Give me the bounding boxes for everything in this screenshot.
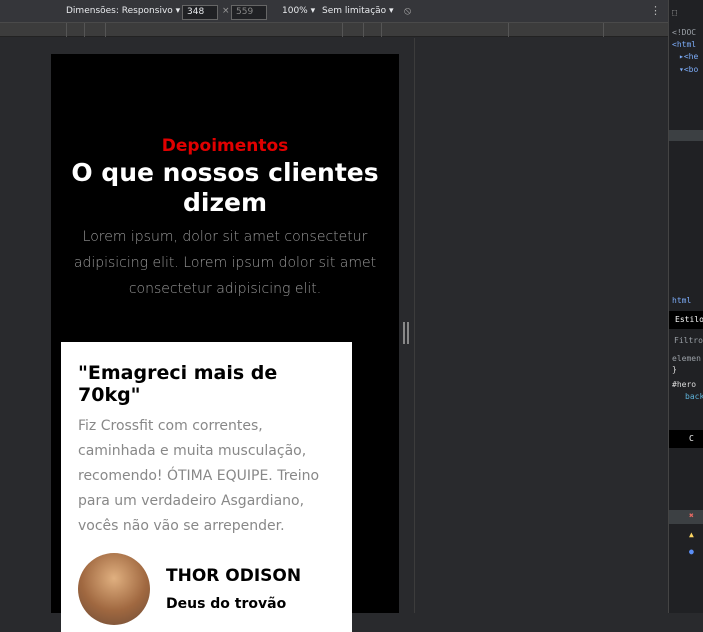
avatar bbox=[78, 553, 150, 625]
section-lead: Lorem ipsum, dolor sit amet consectetur … bbox=[73, 229, 377, 297]
dom-doctype[interactable]: <!DOC bbox=[672, 28, 696, 37]
height-input[interactable]: 559 bbox=[231, 5, 267, 20]
divider bbox=[414, 38, 415, 613]
warning-icon[interactable]: ▲ bbox=[689, 530, 694, 539]
testimonials-section: Depoimentos O que nossos clientes dizem … bbox=[51, 54, 399, 632]
dimensions-dropdown[interactable]: Dimensões: Responsivo ▾ bbox=[66, 6, 180, 16]
testimonial-text: Fiz Crossfit com correntes, caminhada e … bbox=[78, 418, 320, 534]
device-toolbar: Dimensões: Responsivo ▾ 348 × 559 100% ▾… bbox=[0, 0, 668, 23]
dom-head[interactable]: ▸<he bbox=[679, 52, 698, 61]
breadcrumb[interactable]: html bbox=[672, 296, 691, 305]
error-icon[interactable]: ✖ bbox=[689, 511, 694, 520]
brace: } bbox=[672, 365, 677, 374]
filter-input[interactable]: Filtro bbox=[674, 336, 703, 345]
resize-handle[interactable] bbox=[403, 322, 409, 344]
author-name: THOR ODISON bbox=[166, 566, 302, 586]
testimonial-card: "Emagreci mais de 70kg" Fiz Crossfit com… bbox=[61, 342, 352, 632]
testimonial-quote: "Emagreci mais de 70kg" bbox=[78, 362, 278, 406]
rotate-icon[interactable]: ⦸ bbox=[404, 4, 411, 18]
throttle-dropdown[interactable]: Sem limitação ▾ bbox=[322, 6, 394, 16]
info-icon[interactable]: ● bbox=[689, 547, 694, 556]
dom-html[interactable]: <html bbox=[672, 40, 696, 49]
section-pretitle: Depoimentos bbox=[161, 136, 289, 156]
zoom-dropdown[interactable]: 100% ▾ bbox=[282, 6, 315, 16]
media-query-ruler[interactable] bbox=[0, 23, 668, 37]
devtools-panel: ⬚ <!DOC <html ▸<he ▾<bo html Estilos Fil… bbox=[668, 0, 703, 613]
css-property: back bbox=[685, 392, 703, 401]
testimonial-author: THOR ODISON Deus do trovão bbox=[78, 553, 335, 625]
hero-rule: #hero bbox=[672, 380, 697, 389]
tab-console[interactable]: C bbox=[669, 430, 703, 448]
kebab-icon[interactable]: ⋮ bbox=[650, 4, 661, 17]
dom-body[interactable]: ▾<bo bbox=[679, 65, 698, 74]
section-title: O que nossos clientes dizem bbox=[71, 158, 379, 217]
author-role: Deus do trovão bbox=[166, 596, 287, 612]
times-label: × bbox=[222, 6, 230, 16]
element-style: elemen bbox=[672, 354, 701, 363]
inspect-icon[interactable]: ⬚ bbox=[672, 8, 677, 17]
width-input[interactable]: 348 bbox=[182, 5, 218, 20]
tab-styles[interactable]: Estilos bbox=[669, 311, 703, 329]
